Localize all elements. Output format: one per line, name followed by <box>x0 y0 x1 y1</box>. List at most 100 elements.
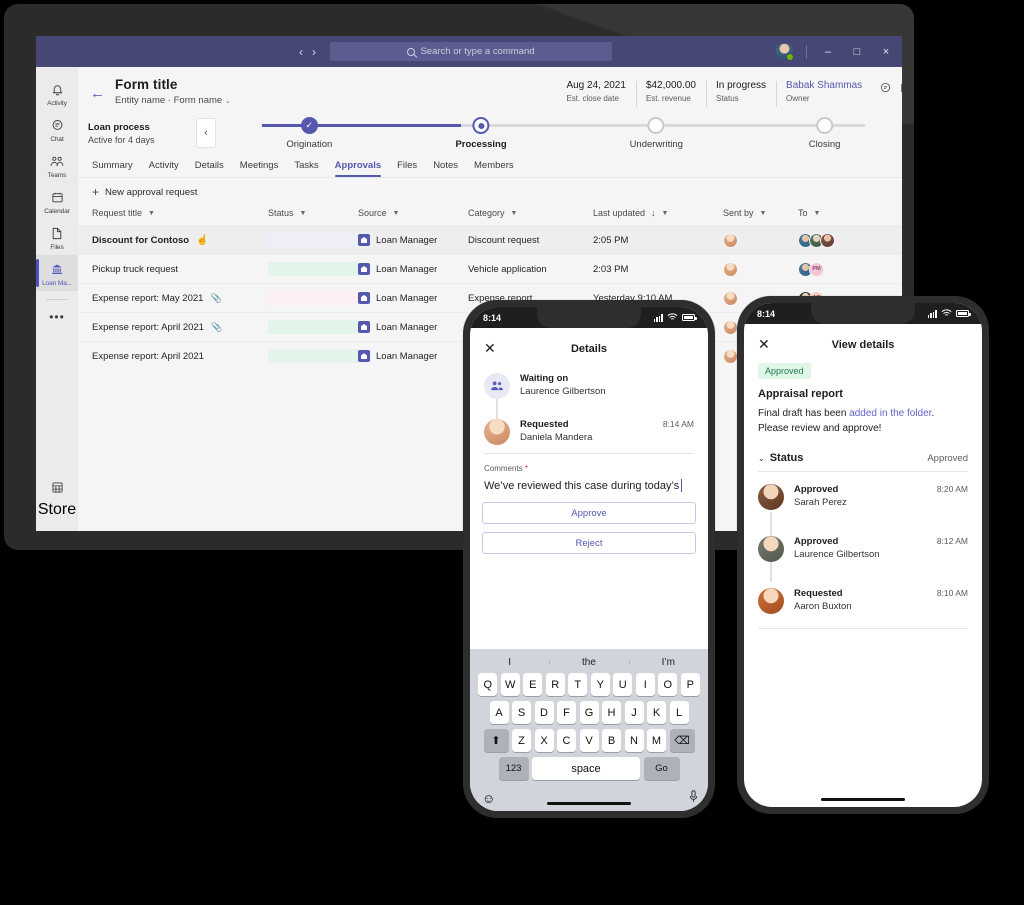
tab-summary[interactable]: Summary <box>92 160 133 177</box>
maximize-button[interactable]: □ <box>849 46 865 58</box>
rail-more-button[interactable]: ••• <box>49 310 65 324</box>
key-b[interactable]: B <box>602 729 621 752</box>
sidebar-item-loan-manager[interactable]: Loan Ma... <box>36 255 78 291</box>
mic-icon[interactable] <box>689 790 698 806</box>
tab-activity[interactable]: Activity <box>149 160 179 177</box>
key-v[interactable]: V <box>579 729 599 752</box>
new-approval-request-button[interactable]: + New approval request <box>92 186 197 198</box>
stage-prev-button[interactable]: ‹ <box>196 118 216 148</box>
suggestion-2[interactable]: the <box>549 657 628 668</box>
close-button[interactable]: × <box>878 46 894 58</box>
stage-underwriting[interactable]: Underwriting <box>630 117 683 150</box>
space-key[interactable]: space <box>532 757 640 780</box>
key-i[interactable]: I <box>635 673 655 696</box>
key-c[interactable]: C <box>557 729 576 752</box>
tab-meetings[interactable]: Meetings <box>240 160 279 177</box>
column-request-title[interactable]: Request title ▼ <box>78 204 268 226</box>
column-status[interactable]: Status ▼ <box>268 204 358 226</box>
folder-link[interactable]: added in the folder <box>849 408 931 419</box>
cell-request-title[interactable]: Expense report: May 2021 📎 <box>78 283 268 313</box>
user-avatar[interactable] <box>776 43 794 61</box>
sidebar-item-chat[interactable]: Chat <box>36 111 78 147</box>
key-n[interactable]: N <box>624 729 644 752</box>
tab-tasks[interactable]: Tasks <box>294 160 318 177</box>
emoji-icon[interactable]: ☺ <box>482 791 495 806</box>
key-t[interactable]: T <box>568 673 588 696</box>
tab-notes[interactable]: Notes <box>433 160 458 177</box>
reject-button[interactable]: Reject <box>482 532 696 554</box>
tab-members[interactable]: Members <box>474 160 514 177</box>
save-icon[interactable] <box>900 83 902 96</box>
key-z[interactable]: Z <box>512 729 531 752</box>
key-d[interactable]: D <box>534 701 554 724</box>
approve-button[interactable]: Approve <box>482 502 696 524</box>
chevron-down-icon[interactable]: ▼ <box>662 210 669 217</box>
cell-request-title[interactable]: Pickup truck request <box>78 254 268 284</box>
back-button[interactable]: ← <box>90 85 105 102</box>
column-last-updated[interactable]: Last updated ↓ ▼ <box>593 204 723 226</box>
chevron-down-icon[interactable]: ▼ <box>148 210 155 217</box>
key-e[interactable]: E <box>523 673 543 696</box>
numbers-key[interactable]: 123 <box>498 757 529 780</box>
chevron-down-icon[interactable]: ▼ <box>511 210 518 217</box>
table-row[interactable]: Discount for Contoso ☝ Loan Manager Disco… <box>78 225 902 255</box>
go-key[interactable]: Go <box>643 757 680 780</box>
key-y[interactable]: Y <box>590 673 610 696</box>
tab-approvals[interactable]: Approvals <box>334 160 382 177</box>
sidebar-item-files[interactable]: Files <box>36 219 78 255</box>
search-input[interactable]: Search or type a command <box>330 42 612 61</box>
suggestion-1[interactable]: I <box>470 657 549 668</box>
key-w[interactable]: W <box>500 673 520 696</box>
kpi-value-owner-link[interactable]: Babak Shammas <box>786 80 862 91</box>
key-r[interactable]: R <box>545 673 565 696</box>
key-j[interactable]: J <box>624 701 644 724</box>
title-bar-nav[interactable]: chevron-left ‹ › <box>290 45 316 59</box>
minimize-button[interactable]: – <box>820 46 836 58</box>
key-f[interactable]: F <box>557 701 576 724</box>
shift-key[interactable]: ⬆ <box>483 729 509 752</box>
key-l[interactable]: L <box>669 701 689 724</box>
chevron-down-icon[interactable]: ⌄ <box>758 454 765 463</box>
comment-icon[interactable] <box>880 82 891 96</box>
key-k[interactable]: K <box>647 701 666 724</box>
key-o[interactable]: O <box>658 673 678 696</box>
key-u[interactable]: U <box>613 673 633 696</box>
column-sent-by[interactable]: Sent by ▼ <box>723 204 798 226</box>
stage-processing[interactable]: Processing <box>455 117 507 150</box>
nav-back-glyph[interactable]: ‹ <box>299 45 303 59</box>
key-g[interactable]: G <box>579 701 599 724</box>
sidebar-item-teams[interactable]: Teams <box>36 147 78 183</box>
key-s[interactable]: S <box>512 701 531 724</box>
tab-details[interactable]: Details <box>195 160 224 177</box>
chevron-down-icon[interactable]: ▼ <box>393 210 400 217</box>
key-m[interactable]: M <box>647 729 666 752</box>
key-q[interactable]: Q <box>478 673 498 696</box>
nav-forward-glyph[interactable]: › <box>312 45 316 59</box>
sort-descending-icon[interactable]: ↓ <box>651 208 656 218</box>
comments-input[interactable]: We’ve reviewed this case during today’s <box>470 473 708 492</box>
column-category[interactable]: Category ▼ <box>468 204 593 226</box>
key-x[interactable]: X <box>534 729 554 752</box>
status-section-header[interactable]: ⌄ Status Approved <box>744 436 982 471</box>
chevron-down-icon[interactable]: ▼ <box>814 210 821 217</box>
stage-origination[interactable]: ✓ Origination <box>286 117 332 150</box>
chevron-down-icon[interactable]: ▼ <box>300 210 307 217</box>
sidebar-item-activity[interactable]: Activity <box>36 75 78 111</box>
stage-closing[interactable]: Closing <box>809 117 840 150</box>
sidebar-item-calendar[interactable]: Calendar <box>36 183 78 219</box>
cell-request-title[interactable]: Expense report: April 2021 📎 <box>78 312 268 342</box>
key-a[interactable]: A <box>489 701 509 724</box>
chevron-down-icon[interactable]: ▼ <box>760 210 767 217</box>
key-p[interactable]: P <box>680 673 700 696</box>
suggestion-3[interactable]: I’m <box>628 657 708 668</box>
page-subtitle[interactable]: Entity name · Form name ⌄ <box>115 95 231 106</box>
tab-files[interactable]: Files <box>397 160 417 177</box>
key-h[interactable]: H <box>602 701 621 724</box>
table-row[interactable]: Pickup truck request Loan Manager Vehicl… <box>78 254 902 284</box>
sidebar-item-store[interactable]: Store <box>38 481 76 519</box>
cell-request-title[interactable]: Discount for Contoso ☝ <box>78 225 268 255</box>
backspace-key[interactable]: ⌫ <box>669 729 695 752</box>
cell-request-title[interactable]: Expense report: April 2021 <box>78 341 268 371</box>
column-to[interactable]: To ▼ <box>798 204 902 226</box>
column-source[interactable]: Source ▼ <box>358 204 468 226</box>
